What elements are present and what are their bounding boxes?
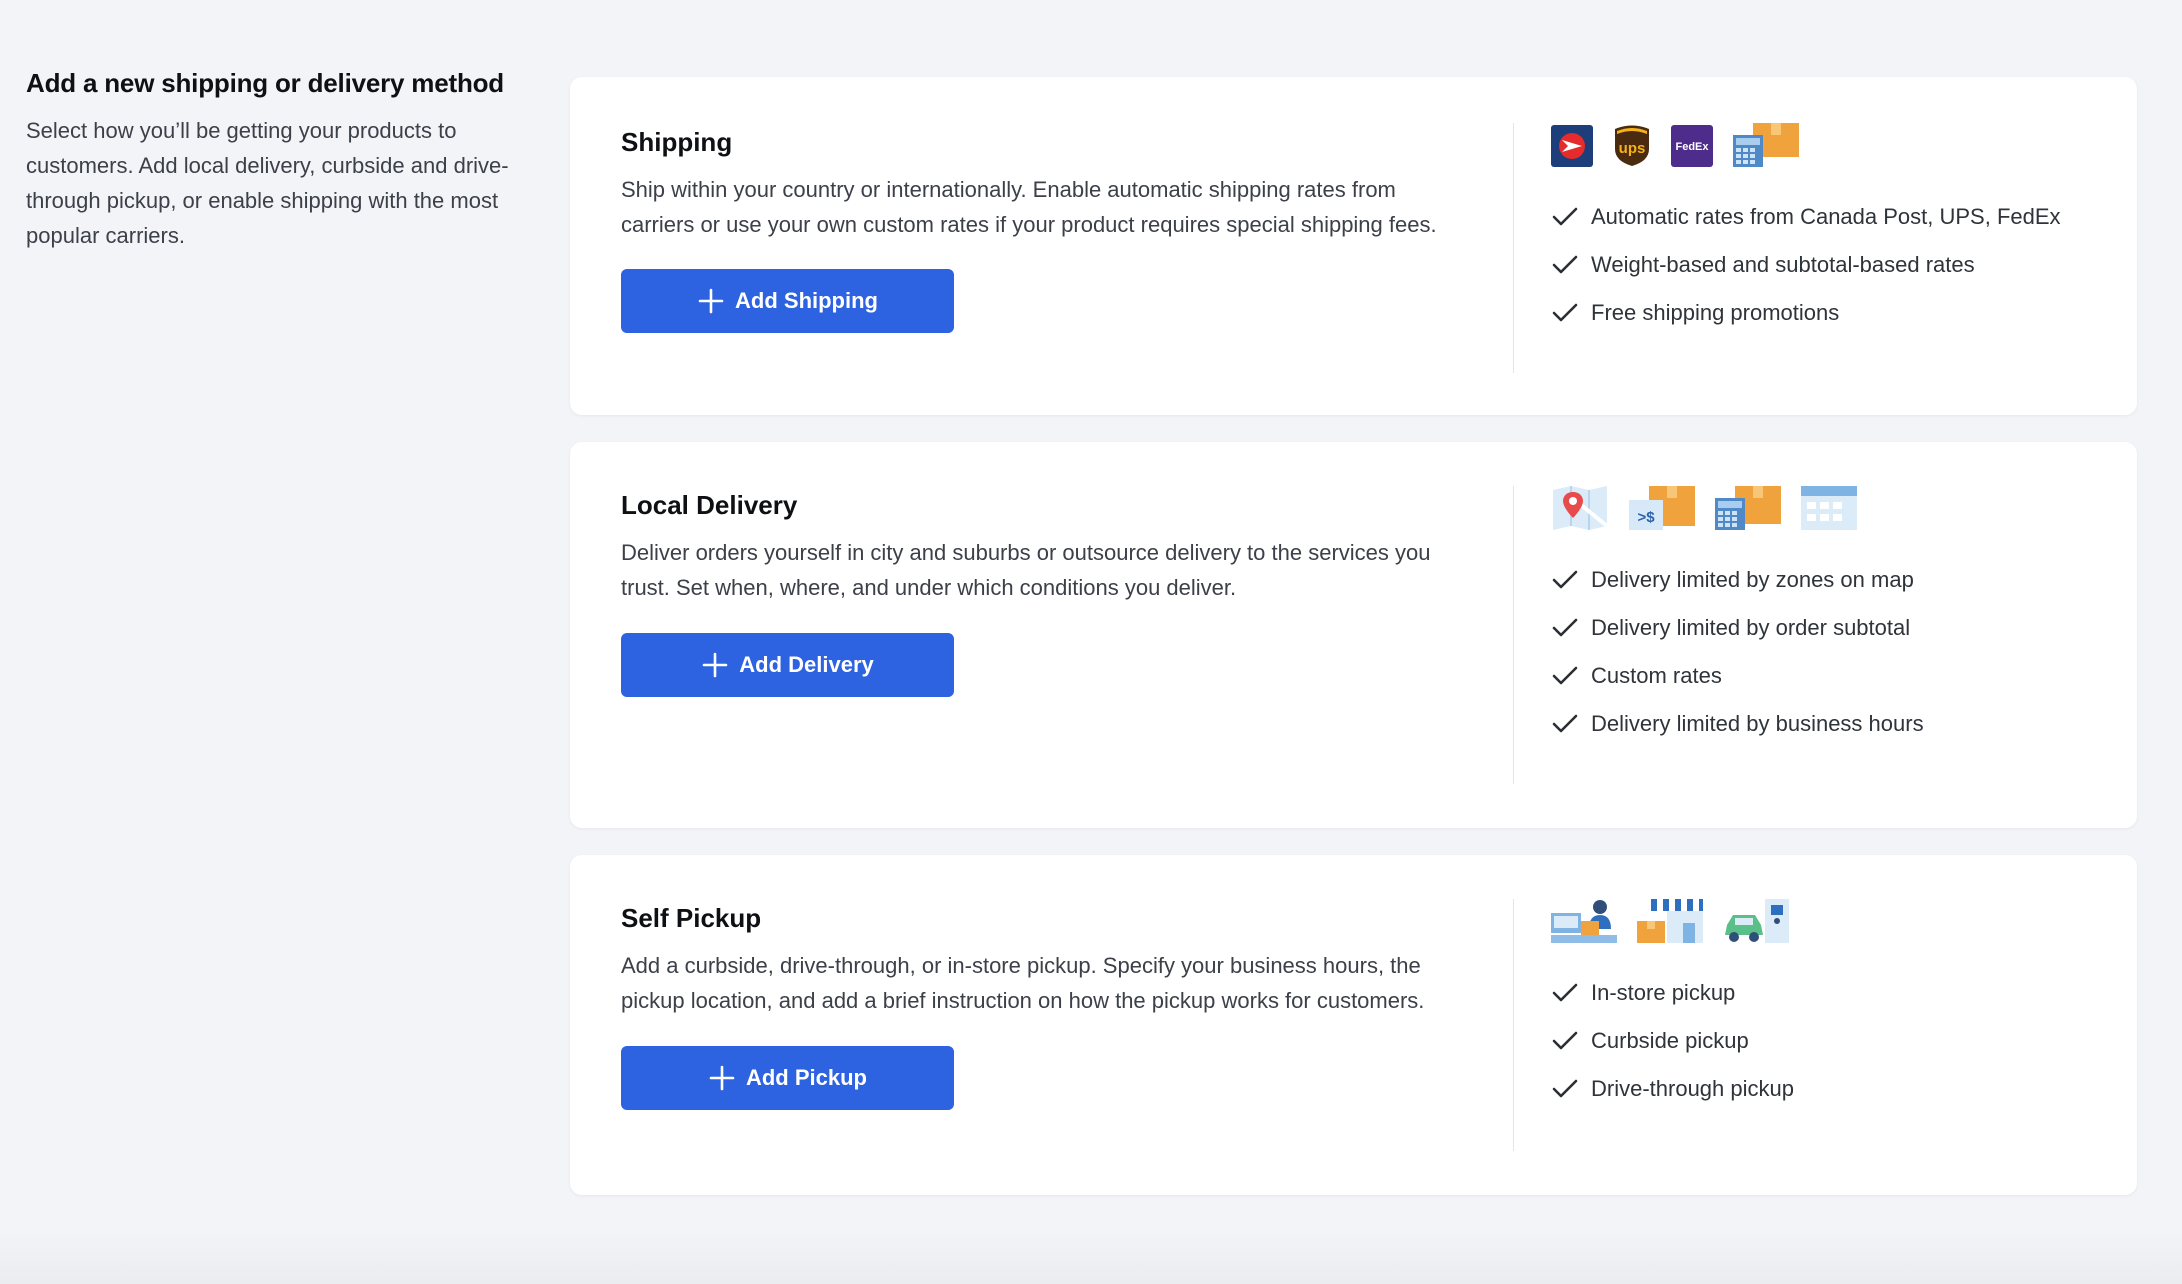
self-pickup-icons [1551, 897, 2111, 943]
add-shipping-button[interactable]: Add Shipping [621, 269, 954, 333]
shipping-description: Ship within your country or internationa… [621, 177, 1437, 237]
checkmark-icon [1552, 255, 1578, 274]
calculator-boxes-icon [1733, 123, 1799, 167]
shipping-title: Shipping [621, 127, 733, 157]
checkmark-icon [1552, 207, 1578, 226]
shipping-divider [1513, 123, 1514, 373]
self-pickup-divider [1513, 899, 1514, 1151]
intro-section: Add a new shipping or delivery method Se… [26, 68, 526, 253]
add-pickup-button[interactable]: Add Pickup [621, 1046, 954, 1110]
self-pickup-features-panel: In-store pickup Curbside pickup Drive-th… [1551, 897, 2111, 1113]
feature-item: Free shipping promotions [1551, 289, 2111, 337]
calendar-icon [1801, 486, 1857, 530]
feature-item: In-store pickup [1551, 969, 2111, 1017]
shipping-carrier-icons: ups FedEx [1551, 121, 2111, 167]
feature-label: In-store pickup [1591, 980, 1736, 1005]
add-delivery-button[interactable]: Add Delivery [621, 633, 954, 697]
add-pickup-label: Add Pickup [745, 1065, 867, 1090]
local-delivery-feature-list: Delivery limited by zones on map Deliver… [1551, 556, 2111, 748]
local-delivery-description: Deliver orders yourself in city and subu… [621, 540, 1431, 600]
feature-label: Drive-through pickup [1591, 1076, 1794, 1101]
checkmark-icon [1552, 618, 1578, 637]
plus-icon [709, 1065, 735, 1091]
shipping-features-panel: ups FedEx Automatic rates from Canada Po… [1551, 121, 2111, 337]
feature-label: Custom rates [1591, 663, 1722, 688]
feature-item: Custom rates [1551, 652, 2111, 700]
feature-label: Delivery limited by order subtotal [1591, 615, 1911, 640]
feature-item: Delivery limited by business hours [1551, 700, 2111, 748]
feature-label: Curbside pickup [1591, 1028, 1749, 1053]
local-delivery-divider [1513, 486, 1514, 784]
feature-item: Delivery limited by zones on map [1551, 556, 2111, 604]
map-pin-icon [1553, 486, 1609, 530]
feature-label: Weight-based and subtotal-based rates [1591, 252, 1975, 277]
self-pickup-card: Self Pickup Add a curbside, drive-throug… [570, 855, 2137, 1195]
feature-label: Delivery limited by business hours [1591, 711, 1924, 736]
feature-label: Automatic rates from Canada Post, UPS, F… [1591, 204, 2061, 229]
shipping-settings-page: Add a new shipping or delivery method Se… [0, 0, 2182, 1284]
add-shipping-label: Add Shipping [735, 288, 878, 313]
feature-label: Delivery limited by zones on map [1591, 567, 1914, 592]
method-cards: Shipping Ship within your country or int… [570, 77, 2137, 1222]
ups-logo-text: ups [1619, 140, 1646, 157]
shipping-card-content: Shipping Ship within your country or int… [621, 127, 1451, 242]
self-pickup-feature-list: In-store pickup Curbside pickup Drive-th… [1551, 969, 2111, 1113]
fedex-icon: FedEx [1671, 125, 1713, 167]
local-delivery-icons: >$ [1551, 484, 2111, 530]
subtotal-symbol: >$ [1637, 509, 1655, 526]
storefront-icon [1637, 899, 1703, 943]
checkmark-icon [1552, 1031, 1578, 1050]
checkmark-icon [1552, 570, 1578, 589]
feature-item: Automatic rates from Canada Post, UPS, F… [1551, 193, 2111, 241]
plus-icon [702, 652, 728, 678]
checkmark-icon [1552, 303, 1578, 322]
checkmark-icon [1552, 983, 1578, 1002]
calculator-boxes-icon [1715, 486, 1781, 530]
local-delivery-card: Local Delivery Deliver orders yourself i… [570, 442, 2137, 828]
plus-icon [698, 288, 724, 314]
fedex-logo-text: FedEx [1675, 141, 1709, 153]
page-description: Select how you’ll be getting your produc… [26, 118, 509, 248]
drive-through-icon [1725, 899, 1789, 943]
feature-item: Drive-through pickup [1551, 1065, 2111, 1113]
local-delivery-card-content: Local Delivery Deliver orders yourself i… [621, 490, 1451, 605]
ups-icon: ups [1615, 125, 1649, 166]
add-delivery-label: Add Delivery [739, 652, 874, 677]
page-bottom-edge [0, 1230, 2182, 1284]
shipping-feature-list: Automatic rates from Canada Post, UPS, F… [1551, 193, 2111, 337]
local-delivery-features-panel: >$ Delivery limited by zones on map Deli… [1551, 484, 2111, 748]
subtotal-boxes-icon: >$ [1629, 486, 1695, 530]
feature-item: Delivery limited by order subtotal [1551, 604, 2111, 652]
local-delivery-title: Local Delivery [621, 490, 798, 520]
feature-label: Free shipping promotions [1591, 300, 1840, 325]
feature-item: Curbside pickup [1551, 1017, 2111, 1065]
checkmark-icon [1552, 714, 1578, 733]
self-pickup-card-content: Self Pickup Add a curbside, drive-throug… [621, 903, 1451, 1018]
checkmark-icon [1552, 1079, 1578, 1098]
self-pickup-title: Self Pickup [621, 903, 762, 933]
page-title: Add a new shipping or delivery method [26, 68, 504, 98]
shipping-card: Shipping Ship within your country or int… [570, 77, 2137, 415]
store-counter-icon [1551, 900, 1617, 943]
self-pickup-description: Add a curbside, drive-through, or in-sto… [621, 953, 1425, 1013]
feature-item: Weight-based and subtotal-based rates [1551, 241, 2111, 289]
canada-post-icon [1551, 125, 1593, 167]
checkmark-icon [1552, 666, 1578, 685]
